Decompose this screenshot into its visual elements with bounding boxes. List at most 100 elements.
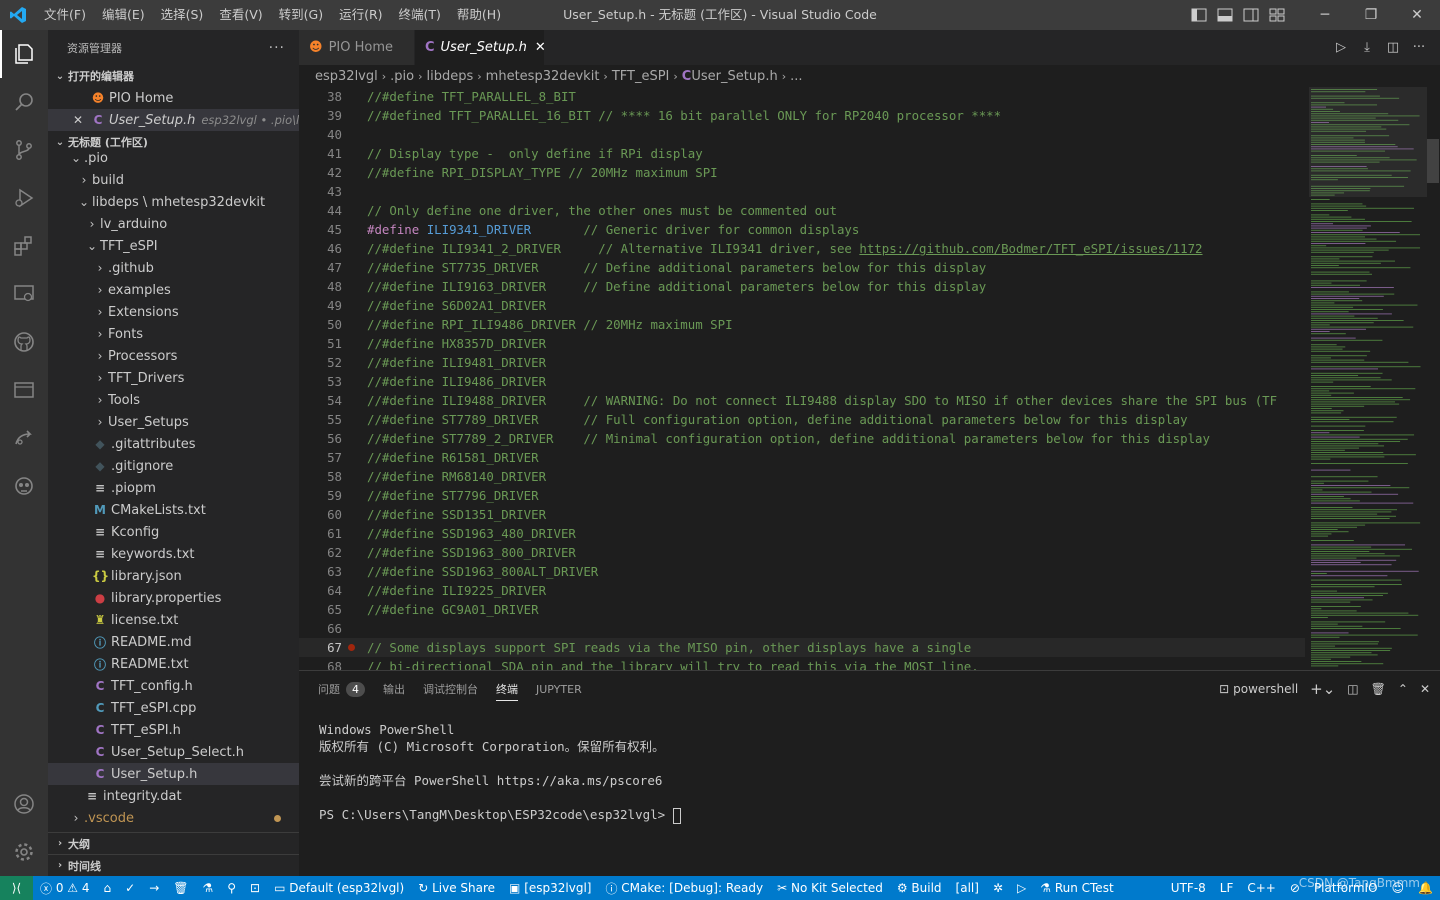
close-window-button[interactable]: ✕: [1394, 0, 1440, 30]
outline-header[interactable]: › 大纲: [48, 832, 299, 854]
menu-item[interactable]: 查看(V): [211, 0, 270, 30]
toggle-panel-icon[interactable]: [1212, 0, 1238, 30]
extensions-icon[interactable]: [0, 222, 48, 270]
open-editors-header[interactable]: ⌄ 打开的编辑器: [48, 65, 299, 87]
pio-serial-monitor-icon[interactable]: ⚲: [220, 876, 243, 900]
run-icon[interactable]: ▷: [1328, 40, 1354, 55]
code-line[interactable]: 54 //#define ILI9488_DRIVER // WARNING: D…: [299, 391, 1305, 410]
panel-tab[interactable]: 输出: [374, 671, 414, 707]
breadcrumb-item[interactable]: ...: [790, 69, 802, 84]
menu-item[interactable]: 编辑(E): [94, 0, 153, 30]
tab-user-setup[interactable]: C User_Setup.h ✕: [415, 30, 546, 65]
menu-item[interactable]: 转到(G): [271, 0, 331, 30]
kill-terminal-icon[interactable]: 🗑: [1371, 682, 1386, 696]
live-share-icon[interactable]: [0, 414, 48, 462]
feedback-icon[interactable]: ☺: [1385, 876, 1412, 900]
build-status[interactable]: ⚙ Build: [890, 876, 949, 900]
code-line[interactable]: 38 //#define TFT_PARALLEL_8_BIT: [299, 87, 1305, 106]
toggle-sidebar-icon[interactable]: [1186, 0, 1212, 30]
pio-terminal-icon[interactable]: ⊡: [243, 876, 267, 900]
editor-scrollbar[interactable]: [1426, 87, 1440, 670]
tab-pio-home[interactable]: ☻ PIO Home: [299, 30, 415, 65]
pio-home-status-icon[interactable]: ⌂: [97, 876, 119, 900]
settings-gear-icon[interactable]: [0, 828, 48, 876]
code-line[interactable]: 61 //#define SSD1963_480_DRIVER: [299, 524, 1305, 543]
menu-item[interactable]: 文件(F): [36, 0, 94, 30]
tree-item[interactable]: C TFT_config.h: [48, 675, 299, 697]
code-line[interactable]: 55 //#define ST7789_DRIVER // Full config…: [299, 410, 1305, 429]
glyph-margin[interactable]: [342, 543, 367, 562]
menu-item[interactable]: 选择(S): [153, 0, 212, 30]
code-lines[interactable]: 38 //#define TFT_PARALLEL_8_BIT 39 //#defin…: [299, 87, 1305, 670]
tree-item[interactable]: › build: [48, 169, 299, 191]
accounts-icon[interactable]: [0, 780, 48, 828]
split-terminal-icon[interactable]: ◫: [1347, 682, 1358, 696]
glyph-margin[interactable]: [342, 505, 367, 524]
tree-item[interactable]: ≡ Kconfig: [48, 521, 299, 543]
glyph-margin[interactable]: [342, 296, 367, 315]
open-preview-icon[interactable]: ⤓: [1354, 40, 1380, 55]
tree-item[interactable]: › Tools: [48, 389, 299, 411]
code-line[interactable]: 67 // Some displays support SPI reads via…: [299, 638, 1305, 657]
code-line[interactable]: 63 //#define SSD1963_800ALT_DRIVER: [299, 562, 1305, 581]
code-line[interactable]: 50 //#define RPI_ILI9486_DRIVER // 20MHz …: [299, 315, 1305, 334]
split-editor-icon[interactable]: ◫: [1380, 40, 1406, 55]
encoding-status[interactable]: UTF-8: [1164, 876, 1213, 900]
glyph-margin[interactable]: [342, 372, 367, 391]
maximize-panel-icon[interactable]: ⌃: [1398, 682, 1408, 696]
github-icon[interactable]: [0, 318, 48, 366]
glyph-margin[interactable]: [342, 220, 367, 239]
code-line[interactable]: 59 //#define ST7796_DRIVER: [299, 486, 1305, 505]
tree-item[interactable]: ◆ .gitignore: [48, 455, 299, 477]
tree-item[interactable]: ♜ license.txt: [48, 609, 299, 631]
glyph-margin[interactable]: [342, 353, 367, 372]
minimap-viewport[interactable]: [1309, 87, 1427, 197]
remote-indicator-icon[interactable]: ⟩⟨: [0, 876, 33, 900]
code-line[interactable]: 39 //#defined TFT_PARALLEL_16_BIT // ****…: [299, 106, 1305, 125]
glyph-margin[interactable]: [342, 391, 367, 410]
code-line[interactable]: 47 //#define ST7735_DRIVER // Define addi…: [299, 258, 1305, 277]
tree-item[interactable]: ⌄ .pio: [48, 147, 299, 169]
toggle-secondary-sidebar-icon[interactable]: [1238, 0, 1264, 30]
tree-item[interactable]: › .github: [48, 257, 299, 279]
glyph-margin[interactable]: [342, 258, 367, 277]
code-line[interactable]: 68 // bi-directional SDA pin and the libr…: [299, 657, 1305, 670]
customize-layout-icon[interactable]: [1264, 0, 1290, 30]
tree-item[interactable]: C User_Setup.h: [48, 763, 299, 785]
tree-item[interactable]: ● library.properties: [48, 587, 299, 609]
code-line[interactable]: 48 //#define ILI9163_DRIVER // Define add…: [299, 277, 1305, 296]
timeline-header[interactable]: › 时间线: [48, 854, 299, 876]
minimize-button[interactable]: ─: [1302, 0, 1348, 30]
code-line[interactable]: 49 //#define S6D02A1_DRIVER: [299, 296, 1305, 315]
glyph-margin[interactable]: [342, 144, 367, 163]
kit-status[interactable]: ✂ No Kit Selected: [770, 876, 890, 900]
code-line[interactable]: 40: [299, 125, 1305, 144]
menu-item[interactable]: 终端(T): [391, 0, 449, 30]
glyph-margin[interactable]: [342, 315, 367, 334]
breadcrumb-item[interactable]: esp32lvgl: [315, 69, 378, 84]
menu-item[interactable]: 帮助(H): [449, 0, 509, 30]
project-status[interactable]: ▣ [esp32lvgl]: [502, 876, 598, 900]
glyph-margin[interactable]: [342, 182, 367, 201]
pio-upload-icon[interactable]: →: [142, 876, 166, 900]
tree-item[interactable]: ≡ integrity.dat: [48, 785, 299, 807]
glyph-margin[interactable]: [342, 657, 367, 670]
code-line[interactable]: 51 //#define HX8357D_DRIVER: [299, 334, 1305, 353]
close-icon[interactable]: ✕: [70, 113, 86, 127]
ctest-status[interactable]: ⚗ Run CTest: [1033, 876, 1120, 900]
problems-status[interactable]: ⓧ 0 ⚠ 4: [33, 876, 97, 900]
pio-env-status[interactable]: ▭ Default (esp32lvgl): [267, 876, 411, 900]
tree-item[interactable]: {} library.json: [48, 565, 299, 587]
glyph-margin[interactable]: [342, 106, 367, 125]
code-line[interactable]: 42 //#define RPI_DISPLAY_TYPE // 20MHz ma…: [299, 163, 1305, 182]
glyph-margin[interactable]: [342, 600, 367, 619]
remote-explorer-icon[interactable]: [0, 270, 48, 318]
pio-clean-icon[interactable]: 🗑: [166, 876, 195, 900]
tree-item[interactable]: C User_Setup_Select.h: [48, 741, 299, 763]
breadcrumb-item[interactable]: libdeps: [427, 69, 474, 84]
new-terminal-icon[interactable]: +⌄: [1310, 680, 1335, 698]
tree-item[interactable]: ⌄ TFT_eSPI: [48, 235, 299, 257]
code-line[interactable]: 44 // Only define one driver, the other o…: [299, 201, 1305, 220]
breakpoint-icon[interactable]: [348, 644, 355, 651]
code-line[interactable]: 53 //#define ILI9486_DRIVER: [299, 372, 1305, 391]
